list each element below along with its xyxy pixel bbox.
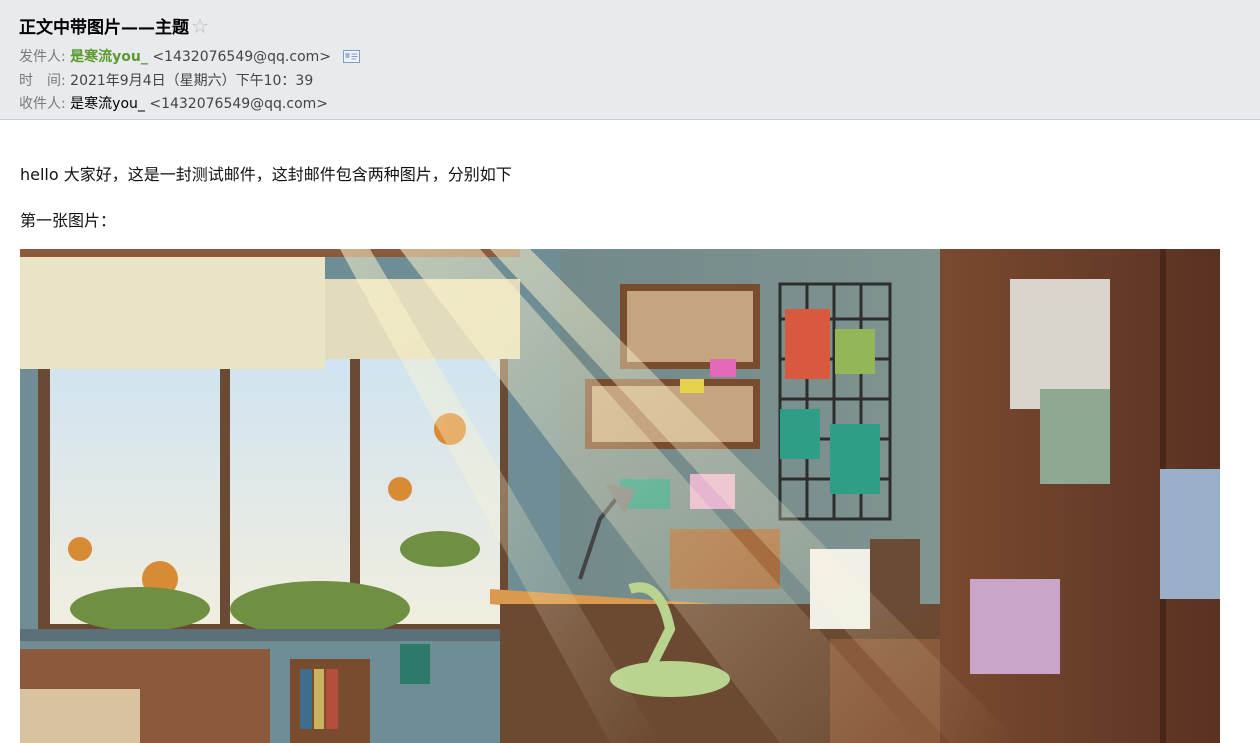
bedroom-illustration [20, 249, 1220, 743]
contact-card-icon[interactable] [343, 50, 361, 63]
embedded-image[interactable] [20, 249, 1220, 743]
recipient-name[interactable]: 是寒流you_ [70, 96, 145, 112]
email-header: 正文中带图片——主题 ☆ 发件人: 是寒流you_ <1432076549@qq.… [0, 0, 1260, 120]
to-label: 收件人: [19, 96, 66, 112]
time-label: 时 间: [19, 73, 66, 89]
to-row: 收件人: 是寒流you_ <1432076549@qq.com> [19, 93, 328, 113]
recipient-address: <1432076549@qq.com> [149, 96, 329, 112]
sender-address: <1432076549@qq.com> [152, 49, 332, 65]
email-subject: 正文中带图片——主题 ☆ [19, 13, 209, 38]
time-row: 时 间: 2021年9月4日（星期六）下午10：39 [19, 70, 313, 90]
from-row: 发件人: 是寒流you_ <1432076549@qq.com> [19, 46, 361, 66]
body-line-2: 第一张图片： [20, 211, 117, 230]
sender-name[interactable]: 是寒流you_ [70, 49, 148, 65]
time-value: 2021年9月4日（星期六）下午10：39 [70, 73, 314, 89]
body-line-1: hello 大家好，这是一封测试邮件，这封邮件包含两种图片，分别如下 [20, 165, 512, 184]
subject-text: 正文中带图片——主题 [19, 18, 189, 38]
from-label: 发件人: [19, 49, 66, 65]
star-outline-icon[interactable]: ☆ [191, 14, 209, 38]
